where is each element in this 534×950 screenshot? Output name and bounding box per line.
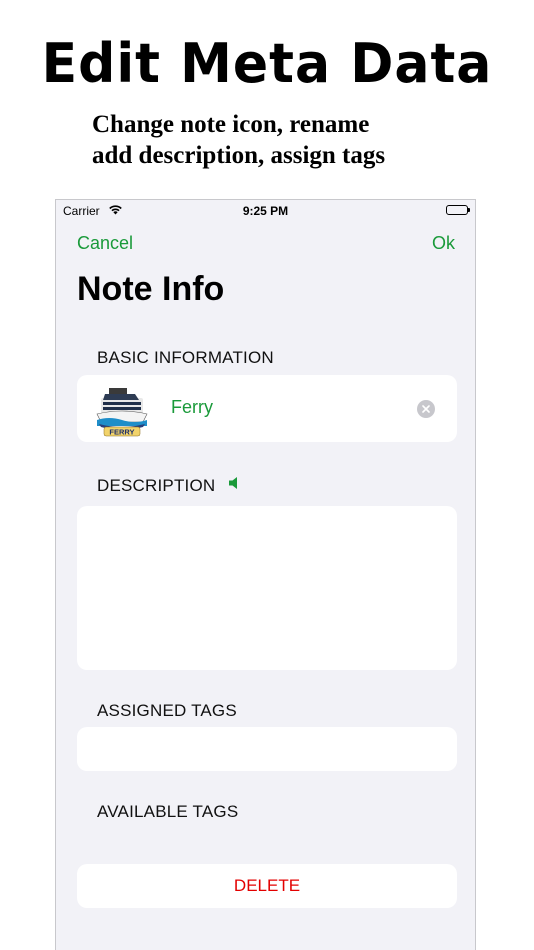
svg-text:FERRY: FERRY (109, 428, 134, 437)
ferry-logo-icon[interactable]: FERRY (95, 380, 149, 438)
promo-headline: Edit Meta Data (41, 32, 493, 96)
speaker-icon[interactable] (228, 475, 241, 495)
basic-information-header: BASIC INFORMATION (97, 348, 274, 367)
basic-information-card: FERRY Ferry (77, 375, 457, 442)
description-textarea[interactable] (77, 506, 457, 670)
clock: 9:25 PM (242, 204, 289, 218)
assigned-tags-header: ASSIGNED TAGS (97, 701, 237, 720)
clear-name-button[interactable] (417, 400, 435, 418)
cancel-button[interactable]: Cancel (77, 233, 133, 254)
available-tags-header: AVAILABLE TAGS (97, 802, 239, 821)
promo-subtitle-line-1: Change note icon, rename (92, 111, 370, 138)
page-title: Note Info (77, 270, 225, 308)
phone-screen: Carrier 9:25 PM Cancel Ok Note Info BASI… (55, 199, 476, 950)
clear-icon (422, 405, 430, 413)
description-header: DESCRIPTION (97, 476, 241, 496)
ok-button[interactable]: Ok (432, 233, 455, 254)
assigned-tags-list[interactable] (77, 727, 457, 771)
note-name-field[interactable]: Ferry (171, 397, 213, 418)
promo-subtitle-line-2: add description, assign tags (92, 142, 386, 169)
battery-icon (446, 205, 470, 215)
description-header-label: DESCRIPTION (97, 476, 216, 495)
delete-button[interactable]: DELETE (77, 864, 457, 908)
status-bar: Carrier 9:25 PM (56, 200, 475, 222)
